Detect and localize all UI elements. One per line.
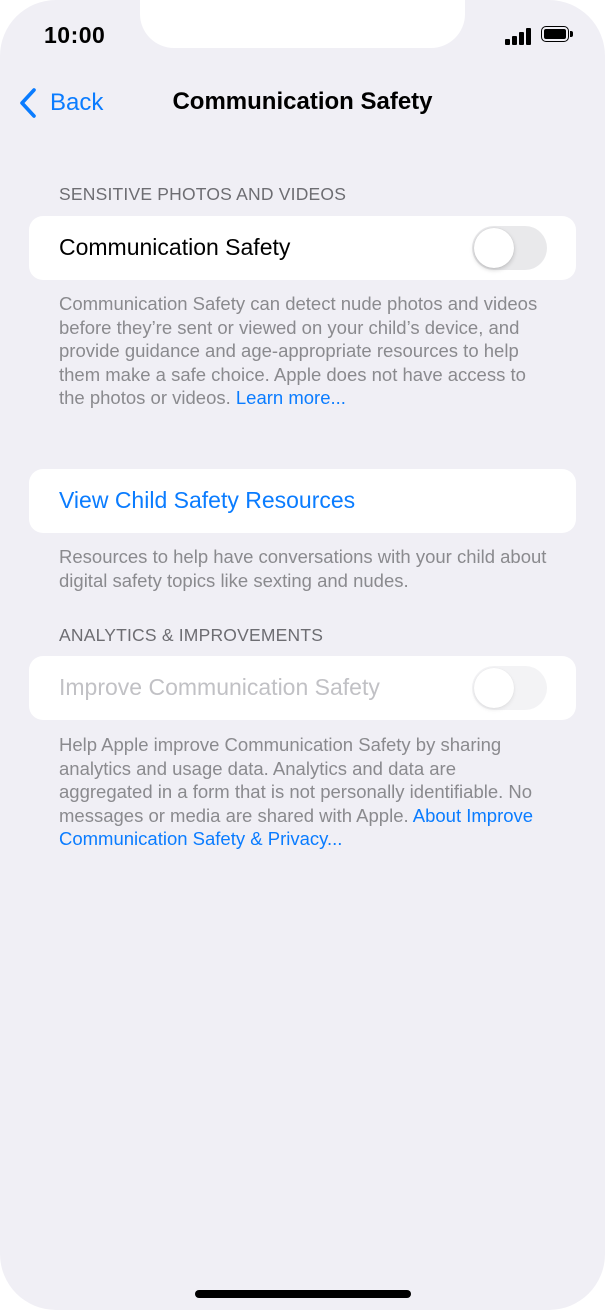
- navigation-bar: Back Communication Safety: [0, 78, 605, 128]
- communication-safety-toggle[interactable]: [472, 226, 547, 270]
- analytics-description: Help Apple improve Communication Safety …: [59, 733, 549, 851]
- cellular-signal-icon: [505, 27, 533, 45]
- home-indicator[interactable]: [195, 1290, 411, 1298]
- communication-safety-description: Communication Safety can detect nude pho…: [59, 292, 549, 410]
- section-header-sensitive: SENSITIVE PHOTOS AND VIDEOS: [59, 184, 347, 204]
- toggle-knob: [474, 668, 514, 708]
- view-child-safety-resources-button[interactable]: View Child Safety Resources: [29, 469, 576, 533]
- resources-description: Resources to help have conversations wit…: [59, 546, 547, 591]
- status-bar: 10:00: [0, 0, 605, 72]
- toggle-knob: [474, 228, 514, 268]
- improve-communication-safety-row: Improve Communication Safety: [29, 656, 576, 720]
- notch: [140, 0, 465, 48]
- page-title: Communication Safety: [172, 88, 433, 115]
- view-child-safety-resources-label: View Child Safety Resources: [59, 487, 356, 513]
- communication-safety-label: Communication Safety: [59, 234, 291, 260]
- improve-communication-safety-label: Improve Communication Safety: [59, 674, 380, 700]
- section-header-analytics: ANALYTICS & IMPROVEMENTS: [59, 625, 324, 645]
- status-time: 10:00: [44, 22, 106, 48]
- learn-more-link[interactable]: Learn more...: [236, 387, 346, 408]
- improve-communication-safety-toggle[interactable]: [472, 666, 547, 710]
- communication-safety-row: Communication Safety: [29, 216, 576, 280]
- phone-screen: 10:00 Back Communication Safety SENSITIV…: [0, 0, 605, 1310]
- battery-icon: [541, 26, 574, 44]
